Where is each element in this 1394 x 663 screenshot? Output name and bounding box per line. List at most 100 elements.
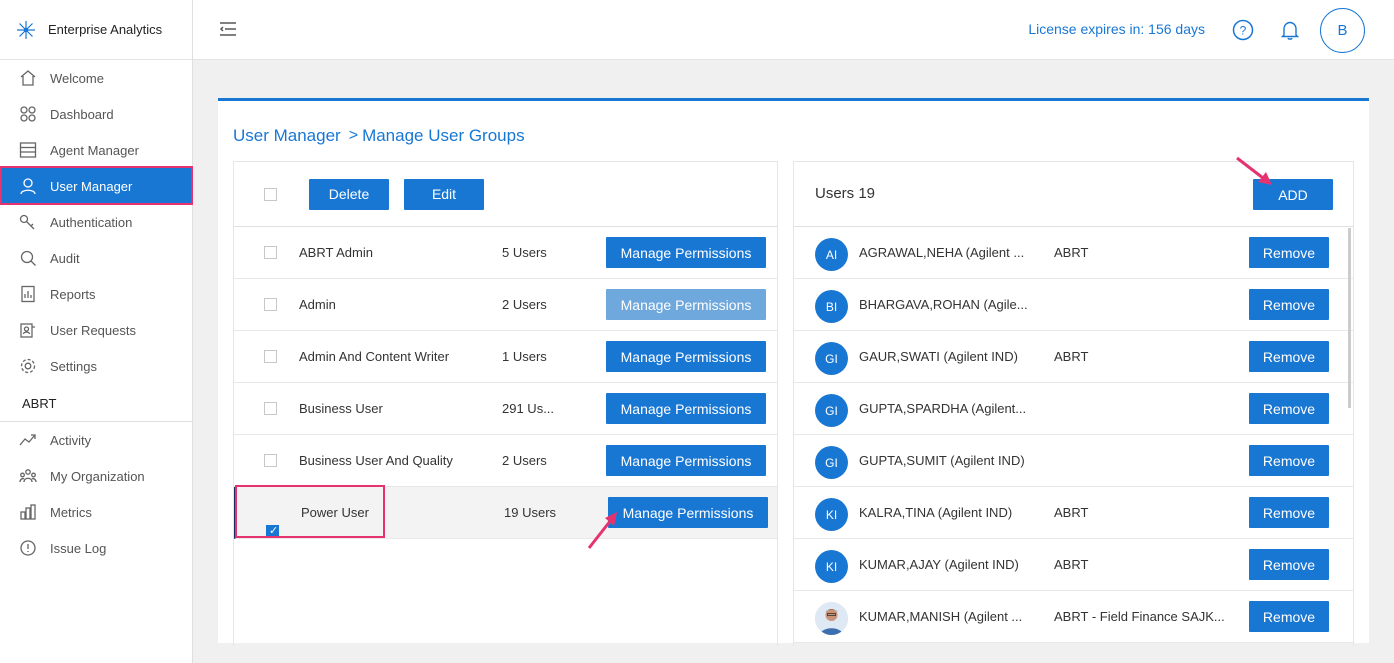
group-name: Admin — [299, 297, 336, 312]
bell-icon[interactable] — [1279, 19, 1301, 41]
group-user-count: 5 Users — [502, 245, 547, 260]
sidebar-item-issue-log[interactable]: Issue Log — [0, 530, 192, 566]
row-checkbox[interactable] — [264, 402, 277, 415]
users-count-title: Users 19 — [815, 185, 876, 202]
group-name: Business User And Quality — [299, 453, 453, 468]
manage-permissions-button[interactable]: Manage Permissions — [606, 289, 766, 320]
user-initials-avatar: BI — [815, 290, 848, 323]
user-avatar[interactable]: B — [1320, 8, 1365, 53]
group-row-selected[interactable]: Power User 19 Users Manage Permissions — [234, 487, 777, 539]
users-scrollbar[interactable] — [1348, 228, 1351, 408]
sidebar-item-label: Audit — [50, 250, 80, 266]
group-user-count: 291 Us... — [502, 401, 555, 416]
group-user-count: 19 Users — [504, 505, 557, 520]
edit-button[interactable]: Edit — [404, 178, 484, 210]
groups-toolbar: Delete Edit — [234, 162, 777, 227]
sidebar-item-label: My Organization — [50, 468, 145, 484]
group-name: ABRT Admin — [299, 245, 373, 260]
sidebar-item-audit[interactable]: Audit — [0, 240, 192, 276]
user-name: GUPTA,SPARDHA (Agilent... — [859, 401, 1027, 416]
sidebar-item-agent-manager[interactable]: Agent Manager — [0, 132, 192, 168]
group-row[interactable]: Admin 2 Users Manage Permissions — [234, 279, 777, 331]
sidebar-item-activity[interactable]: Activity — [0, 422, 192, 458]
group-row[interactable]: Business User And Quality 2 Users Manage… — [234, 435, 777, 487]
breadcrumb-separator: > — [348, 127, 359, 144]
user-initials-avatar: GI — [815, 342, 848, 375]
manage-permissions-button[interactable]: Manage Permissions — [606, 341, 766, 372]
remove-user-button[interactable]: Remove — [1249, 497, 1329, 528]
row-checkbox[interactable] — [264, 246, 277, 259]
row-checkbox-checked[interactable] — [266, 524, 279, 538]
user-name: KUMAR,MANISH (Agilent ... — [859, 609, 1023, 624]
key-icon — [18, 212, 38, 232]
breadcrumb-current: Manage User Groups — [362, 126, 525, 145]
group-user-count: 1 Users — [502, 349, 547, 364]
user-row: GI GUPTA,SPARDHA (Agilent... Remove — [794, 383, 1353, 435]
svg-text:?: ? — [1240, 24, 1247, 38]
breadcrumb-root[interactable]: User Manager — [233, 126, 341, 146]
groups-panel: Delete Edit ABRT Admin 5 Users Manage Pe… — [233, 161, 778, 646]
remove-user-button[interactable]: Remove — [1249, 393, 1329, 424]
user-org: ABRT — [1054, 505, 1089, 520]
sidebar-item-welcome[interactable]: Welcome — [0, 60, 192, 96]
manage-permissions-button[interactable]: Manage Permissions — [608, 497, 768, 528]
user-org: ABRT — [1054, 349, 1089, 364]
remove-user-button[interactable]: Remove — [1249, 601, 1329, 632]
logo-icon — [17, 20, 35, 39]
remove-user-button[interactable]: Remove — [1249, 445, 1329, 476]
app-title: Enterprise Analytics — [48, 22, 163, 37]
gear-icon — [18, 356, 38, 376]
sidebar-item-label: User Requests — [50, 322, 136, 338]
add-user-button[interactable]: ADD — [1253, 179, 1333, 210]
breadcrumb: User Manager > Manage User Groups — [233, 126, 525, 146]
delete-button[interactable]: Delete — [309, 178, 389, 210]
sidebar-item-settings[interactable]: Settings — [0, 348, 192, 384]
sidebar-nav: Welcome Dashboard Agent Manager User Man… — [0, 60, 192, 384]
select-all-checkbox[interactable] — [264, 187, 277, 201]
sidebar-item-user-requests[interactable]: User Requests — [0, 312, 192, 348]
topbar: License expires in: 156 days ? B — [193, 0, 1394, 60]
remove-user-button[interactable]: Remove — [1249, 549, 1329, 580]
user-row: GI GAUR,SWATI (Agilent IND) ABRT Remove — [794, 331, 1353, 383]
sidebar-item-user-manager[interactable]: User Manager — [0, 168, 192, 204]
sidebar-item-label: Metrics — [50, 504, 92, 520]
menu-toggle-icon[interactable] — [218, 19, 238, 39]
sidebar-item-dashboard[interactable]: Dashboard — [0, 96, 192, 132]
user-initials-avatar: GI — [815, 446, 848, 479]
metrics-icon — [18, 502, 38, 522]
users-header: Users 19 ADD — [794, 162, 1353, 227]
brand[interactable]: Enterprise Analytics — [0, 0, 192, 60]
user-initials-avatar: GI — [815, 394, 848, 427]
sidebar-item-label: Settings — [50, 358, 97, 374]
remove-user-button[interactable]: Remove — [1249, 289, 1329, 320]
user-icon — [18, 176, 38, 196]
group-row[interactable]: Business User 291 Us... Manage Permissio… — [234, 383, 777, 435]
section-label-abrt: ABRT — [0, 384, 192, 422]
row-checkbox[interactable] — [264, 298, 277, 311]
manage-permissions-button[interactable]: Manage Permissions — [606, 237, 766, 268]
sidebar-item-my-organization[interactable]: My Organization — [0, 458, 192, 494]
sidebar-item-metrics[interactable]: Metrics — [0, 494, 192, 530]
sidebar: Enterprise Analytics Welcome Dashboard A… — [0, 0, 193, 663]
remove-user-button[interactable]: Remove — [1249, 237, 1329, 268]
group-name: Power User — [301, 505, 369, 520]
user-name: KALRA,TINA (Agilent IND) — [859, 505, 1013, 520]
sidebar-item-authentication[interactable]: Authentication — [0, 204, 192, 240]
row-checkbox[interactable] — [264, 350, 277, 363]
group-row[interactable]: Admin And Content Writer 1 Users Manage … — [234, 331, 777, 383]
user-initials-avatar: AI — [815, 238, 848, 271]
user-name: KUMAR,AJAY (Agilent IND) — [859, 557, 1019, 572]
manage-permissions-button[interactable]: Manage Permissions — [606, 393, 766, 424]
row-checkbox[interactable] — [264, 454, 277, 467]
manage-permissions-button[interactable]: Manage Permissions — [606, 445, 766, 476]
help-icon[interactable]: ? — [1232, 19, 1254, 41]
sidebar-nav-abrt: Activity My Organization Metrics Issue L… — [0, 422, 192, 566]
remove-user-button[interactable]: Remove — [1249, 341, 1329, 372]
license-status: License expires in: 156 days — [1028, 21, 1205, 37]
group-row[interactable]: ABRT Admin 5 Users Manage Permissions — [234, 227, 777, 279]
user-initials-avatar: KI — [815, 498, 848, 531]
sidebar-item-label: User Manager — [50, 178, 133, 194]
sidebar-item-reports[interactable]: Reports — [0, 276, 192, 312]
sidebar-item-label: Activity — [50, 432, 92, 448]
sidebar-item-label: Reports — [50, 286, 96, 302]
